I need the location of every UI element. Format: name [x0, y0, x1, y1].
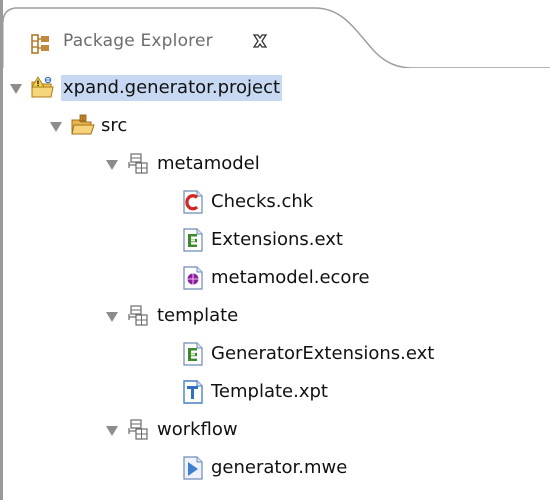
- tree-item-extensions[interactable]: Extensions.ext: [3, 221, 550, 259]
- tree-item-label: Template.xpt: [211, 381, 328, 402]
- extension-file-icon: [181, 228, 205, 252]
- expand-toggle-icon[interactable]: [105, 309, 119, 323]
- view-tab-bar: Package Explorer: [3, 0, 550, 68]
- tree-item-label: xpand.generator.project: [61, 75, 283, 101]
- tree-item-label: generator.mwe: [211, 457, 348, 478]
- tree-item-pkg-metamodel[interactable]: metamodel: [3, 145, 550, 183]
- tree-item-ecore[interactable]: metamodel.ecore: [3, 259, 550, 297]
- extension-file-icon: [181, 342, 205, 366]
- tree-item-label: GeneratorExtensions.ext: [211, 343, 435, 364]
- ecore-file-icon: [181, 266, 205, 290]
- tree-item-src[interactable]: src: [3, 107, 550, 145]
- view-title: Package Explorer: [63, 31, 213, 51]
- check-file-icon: [181, 190, 205, 214]
- close-icon[interactable]: [251, 32, 269, 50]
- workflow-file-icon: [181, 456, 205, 480]
- package-explorer-view: Package Explorer xpand.generator.project…: [3, 0, 550, 500]
- tree-item-checks[interactable]: Checks.chk: [3, 183, 550, 221]
- expand-toggle-icon[interactable]: [105, 157, 119, 171]
- source-folder-icon: [71, 114, 95, 138]
- tree-item-label: src: [101, 115, 128, 136]
- expand-toggle-icon[interactable]: [105, 423, 119, 437]
- expand-toggle-icon[interactable]: [9, 81, 23, 95]
- expand-toggle-icon[interactable]: [49, 119, 63, 133]
- package-icon: [127, 418, 151, 442]
- tree-item-label: Checks.chk: [211, 191, 314, 212]
- project-icon: [31, 76, 55, 100]
- tree-item-label: Extensions.ext: [211, 229, 343, 250]
- tree-item-template-xpt[interactable]: Template.xpt: [3, 373, 550, 411]
- package-explorer-icon: [31, 34, 51, 54]
- package-icon: [127, 304, 151, 328]
- tree-item-genext[interactable]: GeneratorExtensions.ext: [3, 335, 550, 373]
- tree-item-label: workflow: [157, 419, 238, 440]
- tree-item-label: metamodel: [157, 153, 260, 174]
- package-icon: [127, 152, 151, 176]
- tree-item-project[interactable]: xpand.generator.project: [3, 69, 550, 107]
- tree-item-mwe[interactable]: generator.mwe: [3, 449, 550, 487]
- tree-item-label: metamodel.ecore: [211, 267, 370, 288]
- tree-item-label: template: [157, 305, 239, 326]
- tree-item-pkg-workflow[interactable]: workflow: [3, 411, 550, 449]
- template-file-icon: [181, 380, 205, 404]
- tree-item-pkg-template[interactable]: template: [3, 297, 550, 335]
